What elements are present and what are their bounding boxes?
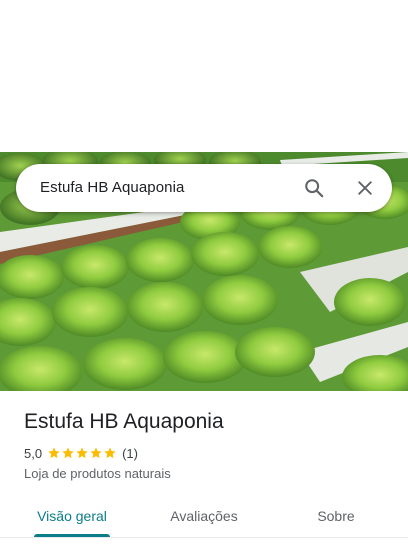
review-count[interactable]: (1) — [122, 446, 138, 461]
star-icon — [76, 447, 88, 459]
place-category: Loja de produtos naturais — [24, 466, 171, 481]
rating-stars — [47, 446, 117, 460]
clear-search-button[interactable] — [349, 172, 381, 204]
place-name: Estufa HB Aquaponia — [24, 410, 224, 433]
close-icon — [358, 181, 372, 195]
search-button[interactable] — [298, 172, 330, 204]
star-icon — [104, 447, 116, 459]
star-icon — [62, 447, 74, 459]
search-bar[interactable]: Estufa HB Aquaponia — [16, 164, 392, 212]
tab-reviews[interactable]: Avaliações — [152, 496, 256, 536]
star-icon — [90, 447, 102, 459]
rating-value: 5,0 — [24, 445, 43, 461]
tab-overview[interactable]: Visão geral — [24, 496, 120, 536]
place-tabs: Visão geral Avaliações Sobre — [0, 496, 408, 544]
search-icon — [305, 179, 324, 198]
rating-row[interactable]: 5,0 (1) — [24, 445, 138, 461]
tab-about[interactable]: Sobre — [296, 496, 376, 536]
star-icon — [48, 447, 60, 459]
search-query-text[interactable]: Estufa HB Aquaponia — [40, 179, 185, 196]
tabs-divider — [0, 537, 408, 538]
